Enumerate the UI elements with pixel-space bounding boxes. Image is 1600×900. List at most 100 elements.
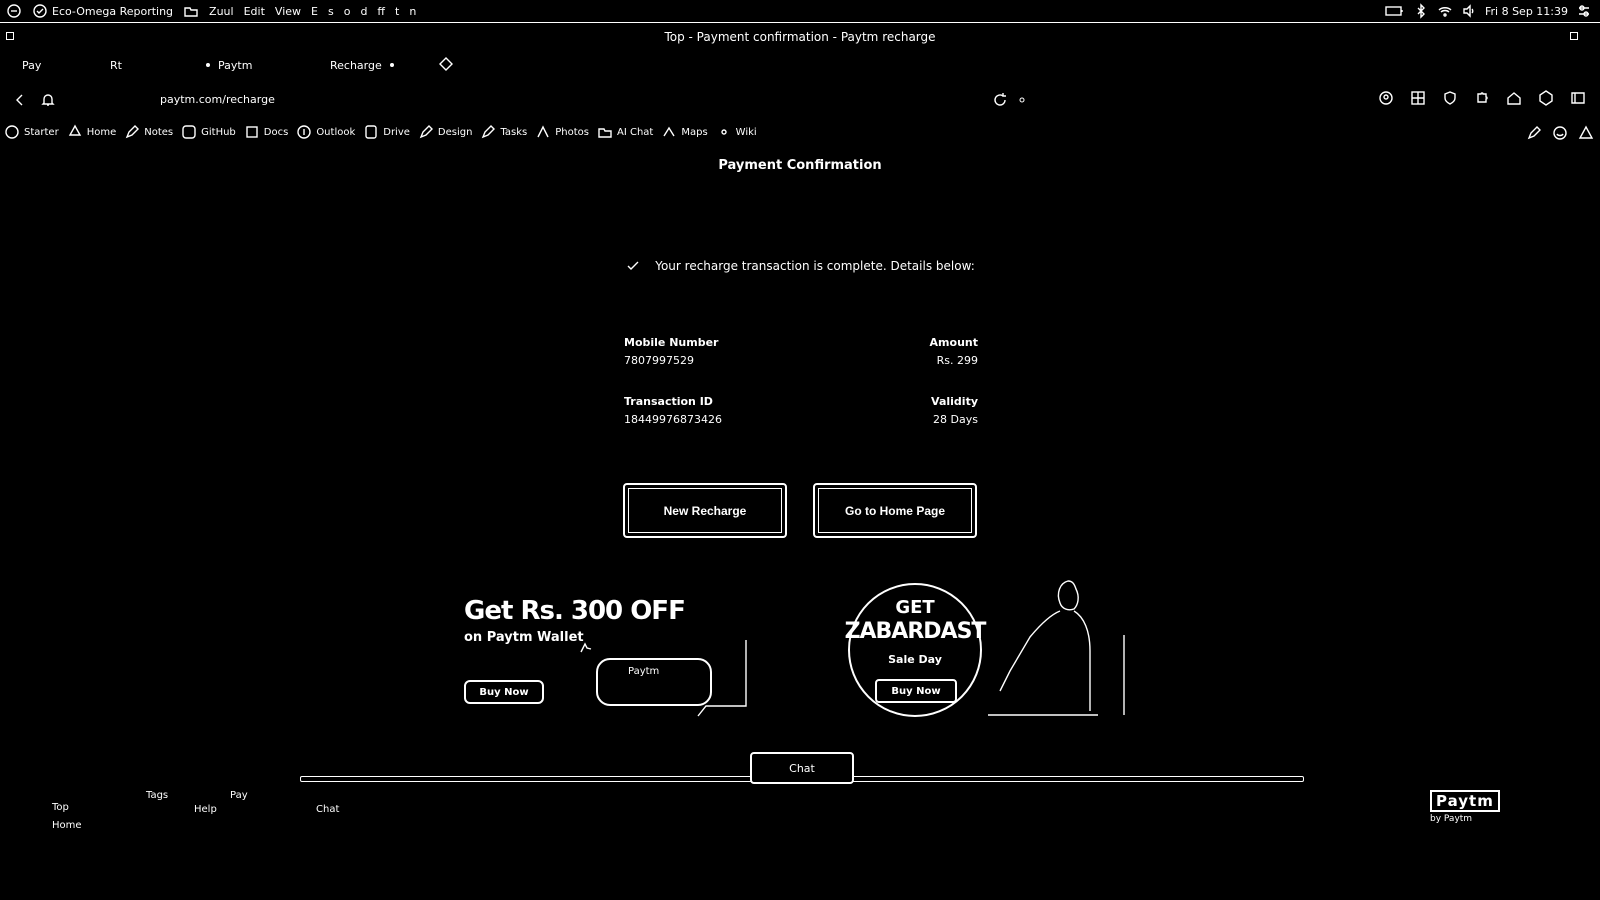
bookmark-icon [181, 124, 197, 140]
sidebar-icon[interactable] [1570, 90, 1586, 106]
new-recharge-button[interactable]: New Recharge [623, 483, 787, 538]
bookmark-item[interactable]: Starter [4, 124, 59, 140]
clock[interactable]: Fri 8 Sep 11:39 [1485, 5, 1568, 18]
dot-icon [1018, 96, 1026, 104]
footer-item[interactable]: Chat [316, 804, 339, 815]
promo-headline: Get Rs. 300 OFF [464, 596, 686, 626]
bookmark-item[interactable]: Outlook [296, 124, 355, 140]
menu-extra[interactable]: n [409, 5, 416, 18]
detail-value: 7807997529 [624, 354, 694, 367]
home-icon[interactable] [1506, 90, 1522, 106]
pencil-icon[interactable] [1526, 125, 1542, 141]
tab-recharge[interactable]: Recharge [330, 56, 396, 74]
bookmark-label: Outlook [316, 126, 356, 138]
bookmarks-bar: Starter Home Notes GitHub Docs Outlook D… [0, 122, 1600, 144]
logo-caption: by Paytm [1430, 814, 1473, 824]
tab-rt[interactable]: Rt [110, 56, 122, 74]
detail-mobile-number: Mobile Number 7807997529 [624, 334, 718, 370]
bookmark-item[interactable]: Home [67, 124, 117, 140]
bookmark-label: Docs [263, 126, 289, 138]
window-title-bar: Top - Payment confirmation - Paytm recha… [0, 24, 1600, 52]
bookmark-icon [535, 124, 551, 140]
footer-item[interactable]: Top [52, 802, 69, 813]
tab-pay[interactable]: Pay [22, 56, 41, 74]
volume-icon[interactable] [1461, 3, 1477, 19]
footer-item[interactable]: Help [194, 804, 217, 815]
detail-value: 18449976873426 [624, 413, 722, 426]
menu-extra[interactable]: o [344, 5, 351, 18]
bookmark-item[interactable]: Notes [124, 124, 173, 140]
bookmark-item[interactable]: Drive [363, 124, 410, 140]
bottom-sheet-handle[interactable]: Chat [750, 752, 854, 784]
bookmark-icon [716, 124, 732, 140]
bookmark-item[interactable]: Wiki [716, 124, 757, 140]
battery-icon[interactable] [1385, 3, 1405, 19]
sale-buy-now-button[interactable]: Buy Now [875, 679, 957, 703]
detail-validity: Validity 28 Days [931, 393, 978, 429]
puzzle-icon[interactable] [1474, 90, 1490, 106]
app-menu[interactable]: Eco-Omega Reporting [32, 3, 173, 19]
bookmark-label: Design [437, 126, 473, 138]
menu-edit[interactable]: Edit [244, 5, 265, 18]
logo-text: Paytm [1430, 790, 1500, 812]
menu-extra[interactable]: E [311, 5, 318, 18]
footer-item[interactable]: Home [52, 820, 82, 831]
tab-dot-icon [204, 61, 212, 69]
smile-icon[interactable] [1552, 125, 1568, 141]
bookmark-item[interactable]: Tasks [480, 124, 527, 140]
footer-item[interactable]: Tags [146, 790, 168, 801]
bookmark-item[interactable]: Docs [244, 124, 289, 140]
browser-tab-strip: Pay Rt Paytm Recharge [0, 52, 1600, 78]
success-banner: Your recharge transaction is complete. D… [0, 258, 1600, 274]
menu-extra[interactable]: d [360, 5, 367, 18]
detail-value: Rs. 299 [936, 354, 978, 367]
bookmark-item[interactable]: Photos [535, 124, 589, 140]
menu-extra[interactable]: t [395, 5, 399, 18]
shield-icon[interactable] [1442, 90, 1458, 106]
warning-icon[interactable] [1578, 125, 1594, 141]
notification-bell-icon[interactable] [40, 92, 56, 108]
folder-icon[interactable] [183, 3, 199, 19]
new-tab-icon[interactable] [438, 56, 454, 72]
menu-file[interactable]: Zuul [209, 5, 234, 18]
pencil-icon [418, 124, 434, 140]
footer-item[interactable]: Pay [230, 790, 248, 801]
bookmark-icon [4, 124, 20, 140]
grid-icon[interactable] [1410, 90, 1426, 106]
promo-buy-now-button[interactable]: Buy Now [464, 680, 544, 704]
go-to-home-button[interactable]: Go to Home Page [813, 483, 977, 538]
bluetooth-icon[interactable] [1413, 3, 1429, 19]
detail-label: Transaction ID [624, 395, 713, 408]
bookmark-item[interactable]: AI Chat [597, 124, 653, 140]
wifi-icon[interactable] [1437, 3, 1453, 19]
reload-icon[interactable] [992, 92, 1008, 108]
hexagon-icon[interactable] [1538, 90, 1554, 106]
apple-icon[interactable] [6, 3, 22, 19]
hand-icon [578, 640, 594, 656]
promo-banner-wallet[interactable]: Get Rs. 300 OFF on Paytm Wallet Buy Now … [456, 580, 786, 730]
profile-icon[interactable] [1378, 90, 1394, 106]
bookmark-label: Home [86, 126, 117, 138]
window-maximize-icon[interactable] [1570, 32, 1578, 40]
menu-extra[interactable]: s [328, 5, 334, 18]
promo-banner-sale[interactable]: GET ZABARDAST Sale Day Buy Now [820, 575, 1150, 735]
detail-label: Validity [931, 395, 978, 408]
bookmark-icon [363, 124, 379, 140]
control-center-icon[interactable] [1576, 3, 1592, 19]
bookmark-label: Maps [681, 126, 708, 138]
sale-badge-title: ZABARDAST [844, 619, 987, 644]
menu-view[interactable]: View [275, 5, 301, 18]
url-text: paytm.com/recharge [160, 93, 275, 106]
phone-outline-icon [697, 640, 747, 717]
tab-paytm[interactable]: Paytm [204, 56, 252, 74]
menu-extra[interactable]: ff [377, 5, 385, 18]
tab-dot-icon [388, 61, 396, 69]
sale-badge-top: GET [895, 597, 935, 618]
bookmark-item[interactable]: Design [418, 124, 473, 140]
os-menu-bar: Eco-Omega Reporting Zuul Edit View E s o… [0, 0, 1600, 23]
address-bar[interactable]: paytm.com/recharge [160, 93, 275, 106]
bookmark-item[interactable]: Maps [661, 124, 708, 140]
bookmark-label: AI Chat [617, 126, 654, 138]
bookmark-item[interactable]: GitHub [181, 124, 236, 140]
back-icon[interactable] [12, 92, 28, 108]
